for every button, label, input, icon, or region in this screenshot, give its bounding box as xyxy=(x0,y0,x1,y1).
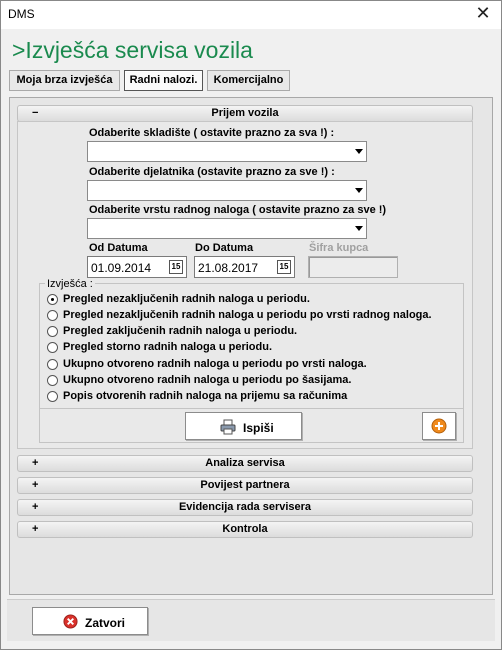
close-button-label: Zatvori xyxy=(85,616,126,630)
report-option-label: Ukupno otvoreno radnih naloga u periodu … xyxy=(63,374,352,386)
section-header-kontrola[interactable]: + Kontrola xyxy=(17,521,473,538)
title-bar: DMS ✕ xyxy=(1,1,501,29)
vrsta-naloga-select[interactable] xyxy=(87,218,367,239)
tab-radni-nalozi[interactable]: Radni nalozi. xyxy=(124,70,203,91)
djelatnik-label: Odaberite djelatnika (ostavite prazno za… xyxy=(89,166,335,178)
close-button[interactable]: Zatvori xyxy=(32,607,148,635)
print-button-label: Ispiši xyxy=(243,421,274,435)
do-datuma-value: 21.08.2017 xyxy=(198,261,259,275)
section-label: Analiza servisa xyxy=(205,457,285,469)
skladiste-select[interactable] xyxy=(87,141,367,162)
od-datuma-field[interactable]: 01.09.2014 15 xyxy=(87,256,187,278)
calendar-icon[interactable]: 15 xyxy=(169,260,183,274)
add-button[interactable] xyxy=(422,412,456,440)
skladiste-label: Odaberite skladište ( ostavite prazno za… xyxy=(89,127,335,139)
radio-selected-icon[interactable] xyxy=(47,294,58,305)
report-option-label: Ukupno otvoreno radnih naloga u periodu … xyxy=(63,358,367,370)
chevron-down-icon xyxy=(355,188,363,193)
section-header-analiza-servisa[interactable]: + Analiza servisa xyxy=(17,455,473,472)
section-label: Evidencija rada servisera xyxy=(178,501,312,513)
sifra-kupca-label: Šifra kupca xyxy=(309,242,369,254)
window-title: DMS xyxy=(8,7,35,21)
radio-icon[interactable] xyxy=(47,342,58,353)
djelatnik-select[interactable] xyxy=(87,180,367,201)
calendar-icon[interactable]: 15 xyxy=(277,260,291,274)
vrsta-naloga-label: Odaberite vrstu radnog naloga ( ostavite… xyxy=(89,204,387,216)
chevron-down-icon xyxy=(355,226,363,231)
section-header-evidencija-rada[interactable]: + Evidencija rada servisera xyxy=(17,499,473,516)
report-option-label: Pregled zaključenih radnih naloga u peri… xyxy=(63,325,298,337)
chevron-down-icon xyxy=(355,149,363,154)
reports-legend: Izvješća : xyxy=(45,278,95,290)
radio-icon[interactable] xyxy=(47,310,58,321)
dms-window: DMS ✕ >Izvješća servisa vozila Moja brza… xyxy=(0,0,502,650)
report-option-label: Popis otvorenih radnih naloga na prijemu… xyxy=(63,390,348,402)
od-datuma-value: 01.09.2014 xyxy=(91,261,152,275)
od-datuma-label: Od Datuma xyxy=(89,242,148,254)
window-close-icon[interactable]: ✕ xyxy=(473,3,493,24)
section-label: Povijest partnera xyxy=(200,479,290,491)
radio-icon[interactable] xyxy=(47,359,58,370)
section-header-prijem-vozila[interactable]: − Prijem vozila xyxy=(17,105,473,122)
section-label: Prijem vozila xyxy=(211,107,279,119)
tab-komercijalno[interactable]: Komercijalno xyxy=(207,70,290,91)
report-option-label: Pregled nezaključenih radnih naloga u pe… xyxy=(63,309,432,321)
do-datuma-field[interactable]: 21.08.2017 15 xyxy=(194,256,295,278)
sifra-kupca-field xyxy=(308,256,398,278)
printer-icon xyxy=(220,419,236,435)
report-option-label: Pregled nezaključenih radnih naloga u pe… xyxy=(63,293,310,305)
page-title: >Izvješća servisa vozila xyxy=(12,37,253,63)
close-circle-icon xyxy=(63,614,78,629)
radio-icon[interactable] xyxy=(47,326,58,337)
section-label: Kontrola xyxy=(222,523,268,535)
print-button[interactable]: Ispiši xyxy=(185,412,302,440)
radio-icon[interactable] xyxy=(47,391,58,402)
radio-icon[interactable] xyxy=(47,375,58,386)
add-circle-icon xyxy=(431,418,447,434)
tab-moja-brza-izvjesca[interactable]: Moja brza izvješća xyxy=(9,70,120,91)
report-option-label: Pregled storno radnih naloga u periodu. xyxy=(63,341,273,353)
do-datuma-label: Do Datuma xyxy=(195,242,254,254)
section-header-povijest-partnera[interactable]: + Povijest partnera xyxy=(17,477,473,494)
